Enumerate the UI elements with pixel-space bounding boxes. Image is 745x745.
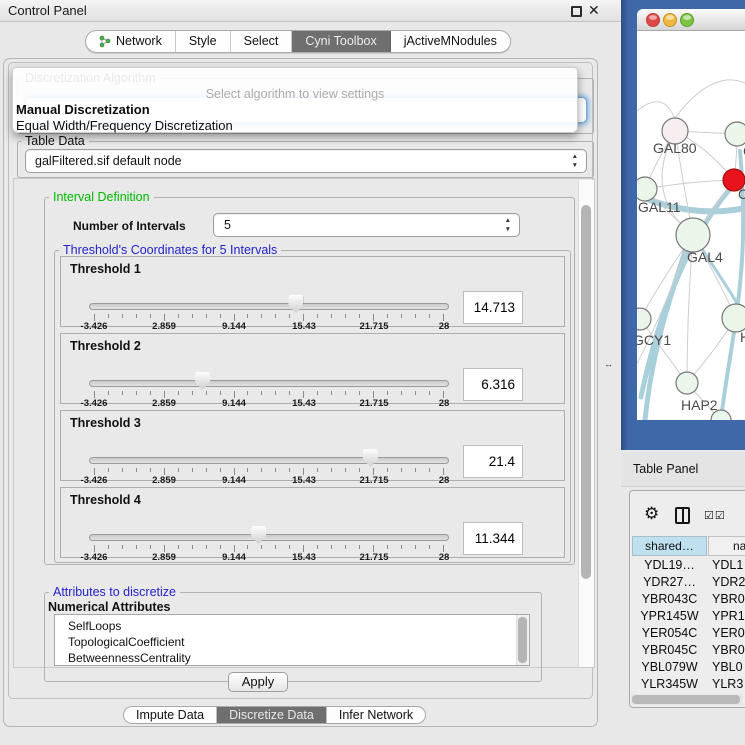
list-item[interactable]: BetweennessCentrality bbox=[55, 650, 529, 666]
thresholds-title: Threshold's Coordinates for 5 Intervals bbox=[59, 243, 281, 257]
node-label-hap2: HAP2 bbox=[681, 397, 718, 413]
tab-style[interactable]: Style bbox=[176, 31, 231, 52]
mouse-cursor: ↔ bbox=[604, 359, 613, 369]
list-item[interactable]: TopologicalCoefficient bbox=[55, 634, 529, 650]
popup-item-equal-width[interactable]: Equal Width/Frequency Discretization bbox=[16, 118, 233, 133]
bottom-tab-bar: Impute Data Discretize Data Infer Networ… bbox=[123, 706, 426, 724]
apply-button[interactable]: Apply bbox=[228, 672, 288, 692]
node-gal4[interactable] bbox=[676, 218, 710, 252]
table-panel-title: Table Panel bbox=[633, 462, 698, 476]
threshold-3-panel: Threshold 3 -3.4262.8599.14415.4321.7152… bbox=[60, 410, 565, 481]
node-label-partial-h: H bbox=[740, 329, 745, 345]
table-data-title: Table Data bbox=[21, 134, 89, 148]
node-label-gal80: GAL80 bbox=[653, 140, 697, 156]
column-header-shared[interactable]: shared… bbox=[632, 536, 707, 556]
threshold-3-value-field[interactable]: 21.4 bbox=[463, 445, 523, 478]
horizontal-scrollbar-thumb[interactable] bbox=[632, 695, 740, 704]
threshold-2-value-field[interactable]: 6.316 bbox=[463, 368, 523, 401]
spinner-stepper-icon[interactable]: ▲▼ bbox=[505, 216, 511, 234]
axis-tick-labels: -3.4262.8599.14415.4321.71528 bbox=[94, 552, 444, 562]
table-panel-titlebar: Table Panel bbox=[621, 452, 745, 487]
algorithm-dropdown-popup: Select algorithm to view settings Manual… bbox=[12, 67, 578, 133]
node-label-gal11: GAL11 bbox=[638, 199, 681, 215]
network-window-titlebar[interactable] bbox=[637, 9, 745, 31]
vertical-scrollbar-thumb[interactable] bbox=[581, 205, 591, 579]
numerical-attributes-label: Numerical Attributes bbox=[48, 600, 170, 614]
threshold-2-slider-thumb[interactable] bbox=[195, 372, 210, 390]
numerical-attributes-list[interactable]: SelfLoops TopologicalCoefficient Between… bbox=[54, 614, 530, 666]
table-data-combo-value: galFiltered.sif default node bbox=[35, 154, 182, 168]
node-gal11[interactable] bbox=[637, 177, 657, 201]
close-icon[interactable]: ✕ bbox=[588, 2, 600, 19]
tab-label: Network bbox=[116, 31, 162, 52]
threshold-1-panel: Threshold 1 -3.4262.8599.14415.4321.7152… bbox=[60, 256, 565, 327]
table-data-combobox[interactable]: galFiltered.sif default node ▲▼ bbox=[25, 149, 587, 173]
control-panel-titlebar: Control Panel ✕ bbox=[0, 0, 621, 22]
checkbox-icons[interactable]: ☑☑ bbox=[704, 509, 726, 522]
node-gcy1[interactable] bbox=[637, 308, 651, 330]
axis-tick-labels: -3.4262.8599.14415.4321.71528 bbox=[94, 321, 444, 331]
network-canvas[interactable]: GAL80 GAL11 GAL4 GCY1 HAP2 G C H bbox=[637, 31, 745, 420]
combo-stepper-icon[interactable]: ▲▼ bbox=[572, 152, 578, 170]
list-scrollbar-thumb[interactable] bbox=[518, 617, 527, 663]
threshold-2-panel: Threshold 2 -3.4262.8599.14415.4321.7152… bbox=[60, 333, 565, 404]
attributes-title: Attributes to discretize bbox=[49, 585, 180, 599]
tab-discretize-data[interactable]: Discretize Data bbox=[217, 707, 327, 723]
panel-title: Control Panel bbox=[8, 3, 87, 18]
split-column-icon[interactable] bbox=[675, 507, 690, 524]
list-item[interactable]: SelfLoops bbox=[55, 615, 529, 634]
interval-definition-title: Interval Definition bbox=[49, 190, 154, 204]
screen: Control Panel ✕ Network Style Select Cyn… bbox=[0, 0, 745, 745]
threshold-1-slider-thumb[interactable] bbox=[288, 295, 303, 313]
threshold-1-value-field[interactable]: 14.713 bbox=[463, 291, 523, 324]
number-of-intervals-label: Number of Intervals bbox=[73, 219, 186, 233]
node-label-partial-c: C bbox=[738, 186, 745, 202]
number-of-intervals-spinner[interactable]: 5 ▲▼ bbox=[213, 213, 520, 237]
tab-cyni-toolbox[interactable]: Cyni Toolbox bbox=[292, 31, 390, 52]
popup-hint: Select algorithm to view settings bbox=[13, 87, 577, 101]
node-label-gal4: GAL4 bbox=[687, 249, 723, 265]
popup-item-manual-discretization[interactable]: Manual Discretization bbox=[16, 102, 150, 117]
column-header-name[interactable]: name bbox=[708, 536, 745, 556]
tab-select[interactable]: Select bbox=[231, 31, 293, 52]
node-top-right[interactable] bbox=[725, 122, 745, 146]
float-window-icon[interactable] bbox=[571, 6, 582, 17]
tab-network[interactable]: Network bbox=[86, 31, 176, 52]
threshold-4-slider-thumb[interactable] bbox=[251, 526, 266, 544]
tab-impute-data[interactable]: Impute Data bbox=[124, 707, 217, 723]
node-hap2[interactable] bbox=[676, 372, 698, 394]
node-h[interactable] bbox=[722, 304, 745, 332]
tab-infer-network[interactable]: Infer Network bbox=[327, 707, 425, 723]
threshold-4-panel: Threshold 4 -3.4262.8599.14415.4321.7152… bbox=[60, 487, 565, 558]
top-tab-bar: Network Style Select Cyni Toolbox jActiv… bbox=[85, 30, 511, 53]
gear-icon[interactable]: ⚙ bbox=[644, 504, 659, 524]
axis-tick-labels: -3.4262.8599.14415.4321.71528 bbox=[94, 398, 444, 408]
node-label-gcy1: GCY1 bbox=[637, 332, 671, 348]
axis-tick-labels: -3.4262.8599.14415.4321.71528 bbox=[94, 475, 444, 485]
threshold-3-slider-thumb[interactable] bbox=[363, 449, 378, 467]
threshold-4-value-field[interactable]: 11.344 bbox=[463, 522, 523, 555]
tab-jactivemnodules[interactable]: jActiveMNodules bbox=[391, 31, 510, 52]
network-icon bbox=[99, 35, 111, 48]
